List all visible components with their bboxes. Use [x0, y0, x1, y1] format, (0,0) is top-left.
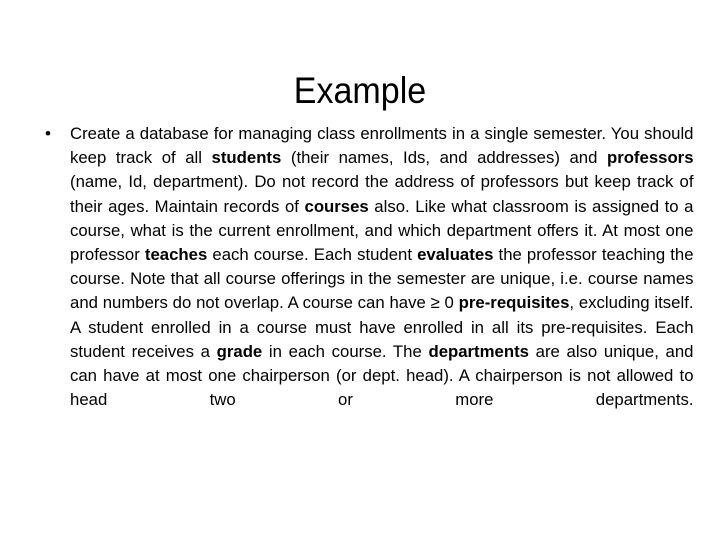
- bullet-point-icon: •: [45, 124, 51, 143]
- emphasis-term: teaches: [144, 245, 208, 265]
- list-item: • Create a database for managing class e…: [30, 122, 694, 437]
- body-text-run: in each course. The: [262, 341, 429, 361]
- body-text-run: (their names, Ids, and addresses) and: [281, 148, 607, 168]
- emphasis-term: departments: [428, 341, 529, 361]
- emphasis-term: evaluates: [417, 245, 494, 265]
- slide-body: • Create a database for managing class e…: [30, 122, 694, 437]
- emphasis-term: pre-requisites: [458, 293, 570, 313]
- emphasis-term: professors: [606, 148, 694, 168]
- bullet-item-text: Create a database for managing class enr…: [70, 122, 694, 437]
- page-title: Example: [293, 69, 427, 111]
- slide-canvas: Example • Create a database for managing…: [0, 0, 720, 540]
- body-text-run: each course. Each student: [207, 245, 418, 265]
- emphasis-term: courses: [304, 196, 369, 216]
- emphasis-term: students: [211, 148, 282, 168]
- emphasis-term: grade: [216, 341, 263, 361]
